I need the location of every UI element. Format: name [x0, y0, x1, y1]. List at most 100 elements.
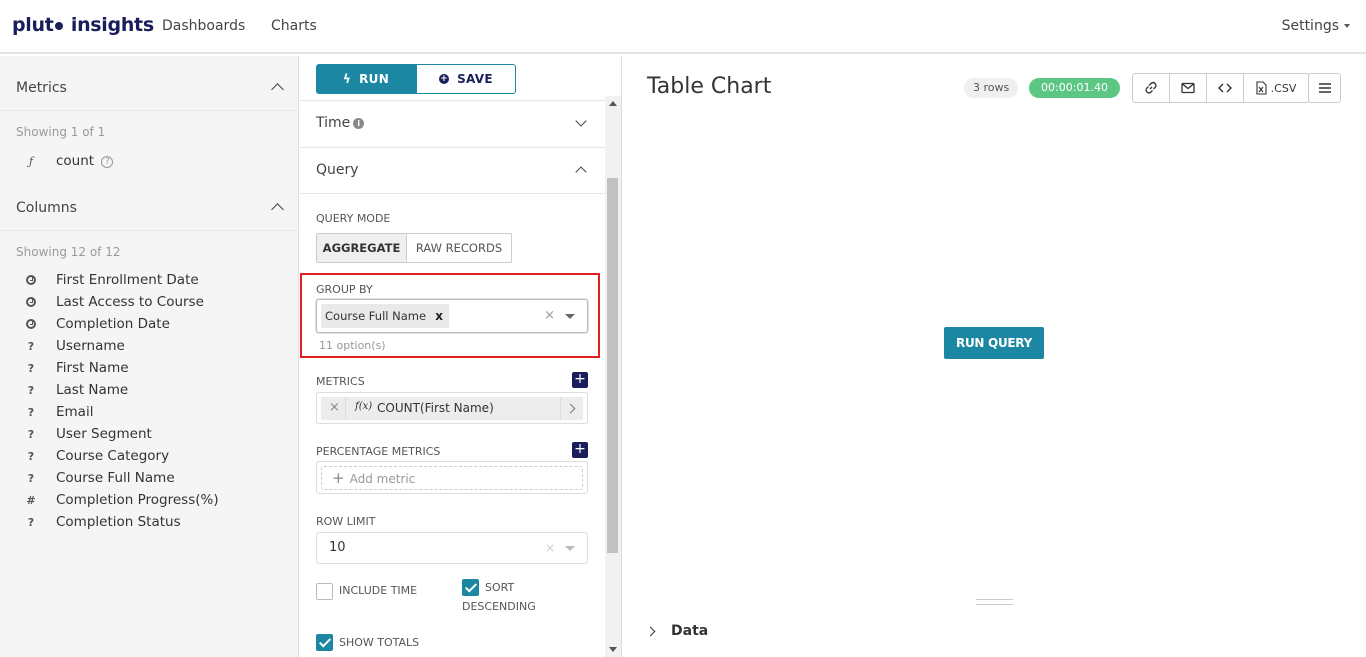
aggregate-mode-button[interactable]: AGGREGATE	[316, 233, 407, 263]
chevron-right-icon[interactable]	[645, 626, 656, 637]
logo-text-right: insights	[70, 14, 154, 36]
column-item[interactable]: Last Access to Course	[24, 294, 204, 314]
metrics-select[interactable]: × f(x) COUNT(First Name)	[316, 392, 588, 424]
query-mode-label: QUERY MODE	[316, 212, 391, 225]
embed-code-button[interactable]	[1206, 73, 1244, 103]
string-type-icon: ?	[27, 516, 35, 529]
hamburger-menu-icon	[1318, 83, 1331, 93]
show-totals-checkbox[interactable]	[316, 634, 333, 651]
plus-icon: +	[332, 469, 345, 487]
columns-section-title[interactable]: Columns	[16, 200, 77, 216]
metrics-section-title[interactable]: Metrics	[16, 80, 67, 96]
column-label: First Enrollment Date	[56, 272, 199, 288]
scrollbar-thumb[interactable]	[607, 178, 618, 553]
query-time-badge: 00:00:01.40	[1029, 78, 1120, 98]
string-type-icon: ?	[27, 362, 35, 375]
chart-title[interactable]: Table Chart	[647, 74, 771, 99]
numeric-icon: #	[26, 494, 36, 507]
function-icon: f(x)	[355, 401, 373, 412]
add-metric-placeholder-box[interactable]: + Add metric	[321, 466, 583, 490]
scrollbar[interactable]	[605, 96, 621, 657]
column-label: First Name	[56, 360, 129, 376]
column-item[interactable]: First Enrollment Date	[24, 272, 199, 292]
metrics-showing-count: Showing 1 of 1	[16, 125, 106, 139]
nav-charts-link[interactable]: Charts	[271, 18, 317, 34]
info-icon[interactable]: i	[353, 118, 365, 129]
row-limit-label: ROW LIMIT	[316, 515, 376, 528]
clock-icon	[24, 296, 38, 309]
time-section-header[interactable]: Time i	[316, 115, 365, 131]
column-item[interactable]: # Completion Progress(%)	[24, 492, 219, 512]
nav-dashboards-link[interactable]: Dashboards	[162, 18, 245, 34]
divider	[300, 147, 605, 148]
string-type-icon: ?	[27, 428, 35, 441]
caret-down-icon	[1344, 24, 1350, 28]
column-label: User Segment	[56, 426, 152, 442]
link-icon	[1145, 81, 1157, 94]
column-item[interactable]: ? Username	[24, 338, 125, 358]
clear-icon[interactable]: ×	[545, 533, 555, 563]
logo[interactable]: plut insights	[12, 14, 154, 36]
clear-icon[interactable]: ×	[544, 308, 555, 323]
add-percentage-metric-icon[interactable]: +	[572, 442, 588, 458]
column-item[interactable]: ? Last Name	[24, 382, 128, 402]
column-label: Completion Progress(%)	[56, 492, 219, 508]
resize-handle[interactable]	[976, 599, 1013, 605]
column-label: Email	[56, 404, 94, 420]
chevron-up-icon[interactable]	[575, 166, 587, 178]
chevron-down-icon[interactable]	[575, 115, 587, 127]
group-by-select[interactable]: Course Full Name x ×	[316, 299, 588, 333]
string-type-icon: ?	[27, 450, 35, 463]
scroll-down-arrow-icon[interactable]	[609, 647, 617, 652]
row-limit-value: 10	[329, 540, 346, 555]
sort-descending-label-1: SORT	[485, 581, 515, 594]
column-item[interactable]: ? Email	[24, 404, 94, 424]
chart-actions-toolbar: .CSV	[1132, 73, 1309, 103]
add-metric-icon[interactable]: +	[572, 372, 588, 388]
include-time-label: INCLUDE TIME	[339, 584, 418, 597]
data-section-toggle[interactable]: Data	[671, 623, 708, 639]
lightning-icon: ϟ	[342, 72, 352, 86]
divider	[300, 193, 605, 194]
logo-dot-icon	[54, 22, 63, 30]
metric-pill[interactable]: × f(x) COUNT(First Name)	[321, 397, 583, 420]
save-button[interactable]: + SAVE	[416, 64, 516, 94]
column-label: Completion Date	[56, 316, 170, 332]
string-type-icon: ?	[27, 384, 35, 397]
percentage-metrics-label: PERCENTAGE METRICS	[316, 445, 441, 458]
raw-records-mode-button[interactable]: RAW RECORDS	[406, 233, 512, 263]
sort-descending-checkbox[interactable]	[462, 579, 479, 596]
run-button[interactable]: ϟ RUN	[316, 64, 416, 94]
column-item[interactable]: Completion Date	[24, 316, 170, 336]
percentage-metrics-select[interactable]: + Add metric	[316, 461, 588, 494]
settings-dropdown[interactable]: Settings	[1282, 18, 1350, 34]
caret-down-icon[interactable]	[565, 546, 575, 551]
chevron-up-icon[interactable]	[271, 83, 284, 96]
remove-tag-icon[interactable]: x	[435, 304, 443, 328]
export-csv-button[interactable]: .CSV	[1243, 73, 1309, 103]
column-item[interactable]: ? Course Full Name	[24, 470, 175, 490]
column-item[interactable]: ? User Segment	[24, 426, 152, 446]
chevron-up-icon[interactable]	[271, 203, 284, 216]
file-excel-icon	[1256, 81, 1267, 95]
separator	[560, 397, 561, 420]
link-button[interactable]	[1132, 73, 1170, 103]
column-item[interactable]: ? First Name	[24, 360, 129, 380]
remove-metric-icon[interactable]: ×	[329, 400, 340, 415]
run-query-button[interactable]: RUN QUERY	[944, 327, 1044, 359]
include-time-checkbox[interactable]	[316, 583, 333, 600]
caret-down-icon[interactable]	[565, 314, 575, 319]
help-icon[interactable]: ?	[101, 156, 114, 168]
time-section-title: Time	[316, 115, 351, 131]
column-item[interactable]: ? Completion Status	[24, 514, 181, 534]
column-item[interactable]: ? Course Category	[24, 448, 169, 468]
datasource-panel: Metrics Showing 1 of 1 ƒ count ? Columns …	[0, 56, 299, 657]
columns-showing-count: Showing 12 of 12	[16, 245, 121, 259]
metric-item-count[interactable]: ƒ count ?	[24, 153, 114, 173]
chevron-right-icon[interactable]	[565, 403, 576, 414]
more-menu-button[interactable]	[1308, 73, 1341, 103]
scroll-up-arrow-icon[interactable]	[609, 101, 617, 106]
row-limit-select[interactable]: 10 ×	[316, 532, 588, 564]
email-button[interactable]	[1169, 73, 1207, 103]
query-section-title[interactable]: Query	[316, 162, 359, 178]
